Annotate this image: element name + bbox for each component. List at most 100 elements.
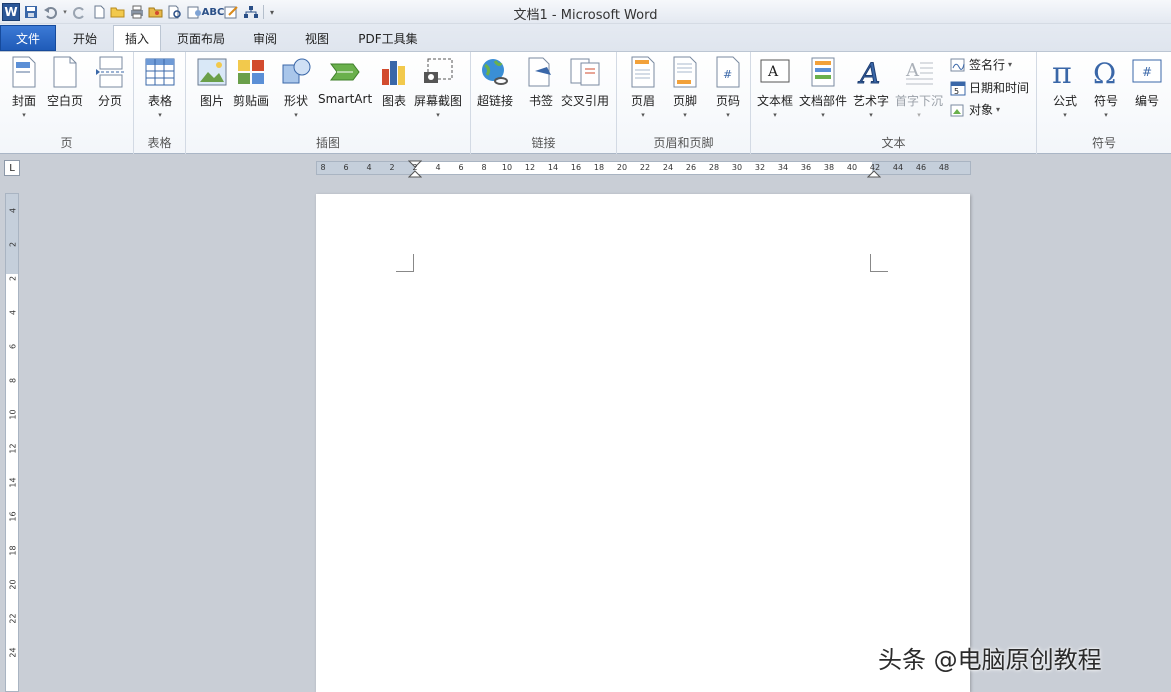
group-label-symbols: 符号: [1091, 136, 1116, 150]
dropdown-arrow-icon: ▾: [773, 111, 777, 119]
ruler-tick-label: 4: [8, 207, 18, 214]
page-number-button[interactable]: # 页码 ▾: [712, 56, 744, 119]
tab-view[interactable]: 视图: [296, 26, 338, 51]
document-page[interactable]: [316, 194, 970, 692]
table-button[interactable]: 表格 ▾: [144, 56, 176, 119]
cover-page-button[interactable]: 封面 ▾: [8, 56, 40, 119]
ruler-tick-label: 14: [547, 163, 559, 172]
tab-file[interactable]: 文件: [0, 25, 56, 51]
chevron-down-icon: ▾: [1008, 60, 1013, 69]
chevron-down-icon: ▾: [996, 105, 1001, 114]
pi-icon: π: [1049, 56, 1081, 88]
blank-page-button[interactable]: 空白页: [47, 56, 83, 109]
shapes-button[interactable]: 形状 ▾: [280, 56, 312, 119]
svg-text:5: 5: [954, 87, 959, 96]
quick-parts-button[interactable]: 文档部件 ▾: [799, 56, 847, 119]
clipart-button[interactable]: 剪贴画: [233, 56, 269, 109]
shapes-icon: [280, 56, 312, 88]
print-preview-icon[interactable]: [167, 4, 183, 20]
ribbon: 封面 ▾ 空白页 分页 页 表格 ▾ 表格 图片 剪贴画 形状 ▾ SmartA…: [0, 51, 1171, 154]
symbol-button[interactable]: Ω 符号 ▾: [1090, 56, 1122, 119]
horizontal-ruler[interactable]: 8 6 4 2 2 4 6 8 10 12 14 16 18 20 22 24 26 28 30 32 34 36 38 40…: [316, 160, 971, 178]
group-label-links: 链接: [531, 136, 556, 150]
omega-icon: Ω: [1090, 56, 1122, 88]
ruler-tick-label: 12: [524, 163, 536, 172]
footer-icon: [669, 56, 701, 88]
tab-review[interactable]: 审阅: [244, 26, 286, 51]
ruler-tick-label: 16: [570, 163, 582, 172]
ruler-tick-label: 8: [8, 377, 18, 384]
quick-parts-icon: [807, 56, 839, 88]
word-logo-icon[interactable]: W: [2, 3, 20, 21]
tab-pdf-tools[interactable]: PDF工具集: [348, 26, 428, 51]
undo-icon[interactable]: [42, 4, 58, 20]
footer-button[interactable]: 页脚 ▾: [669, 56, 701, 119]
track-changes-icon[interactable]: [224, 4, 240, 20]
screenshot-button[interactable]: 屏幕截图 ▾: [414, 56, 462, 119]
picture-button[interactable]: 图片: [196, 56, 228, 109]
new-document-icon[interactable]: [91, 4, 107, 20]
ruler-tick-label: 8: [320, 163, 326, 172]
ruler-tick-label: 22: [8, 613, 18, 624]
ruler-tick-label: 20: [8, 579, 18, 590]
print-icon[interactable]: [129, 4, 145, 20]
cross-reference-button[interactable]: 交叉引用: [561, 56, 609, 109]
group-links: 超链接 书签 交叉引用 链接: [471, 52, 617, 154]
group-label-pages: 页: [60, 136, 73, 150]
bookmark-button[interactable]: 书签: [525, 56, 557, 109]
watermark-text: 头条 @电脑原创教程: [878, 646, 1102, 674]
signature-line-button[interactable]: 签名行 ▾: [950, 56, 1012, 73]
drop-cap-icon: A: [903, 56, 935, 88]
equation-button[interactable]: π 公式 ▾: [1049, 56, 1081, 119]
group-pages: 封面 ▾ 空白页 分页 页: [0, 52, 134, 154]
date-time-button[interactable]: 5 日期和时间: [950, 79, 1029, 96]
ruler-tick-label: 2: [8, 241, 18, 248]
group-illustrations: 图片 剪贴画 形状 ▾ SmartArt 图表 屏幕截图 ▾ 插图: [186, 52, 471, 154]
ruler-tick-label: 48: [938, 163, 950, 172]
dropdown-arrow-icon: ▾: [869, 111, 873, 119]
open-folder-icon[interactable]: [110, 4, 126, 20]
cross-reference-icon: [569, 56, 601, 88]
hyperlink-icon: [479, 56, 511, 88]
wordart-button[interactable]: A 艺术字 ▾: [853, 56, 889, 119]
dropdown-arrow-icon: ▾: [294, 111, 298, 119]
group-text: A 文本框 ▾ 文档部件 ▾ A 艺术字 ▾ A 首字下沉 ▾ 签名行 ▾ 5 …: [751, 52, 1037, 154]
customize-toolbar-icon[interactable]: ▾: [268, 4, 276, 20]
picture-icon: [196, 56, 228, 88]
ruler-tick-label: 4: [8, 309, 18, 316]
chevron-down-icon[interactable]: ▾: [61, 4, 69, 20]
page-break-icon: [94, 56, 126, 88]
signature-icon: [950, 57, 966, 73]
smartart-button[interactable]: SmartArt: [318, 56, 372, 106]
ruler-tick-label: 44: [892, 163, 904, 172]
save-icon[interactable]: [23, 4, 39, 20]
numbering-button[interactable]: # 编号: [1131, 56, 1163, 109]
ruler-tick-label: 40: [846, 163, 858, 172]
group-label-illustrations: 插图: [315, 136, 340, 150]
drop-cap-button[interactable]: A 首字下沉 ▾: [895, 56, 943, 119]
blank-page-icon: [49, 56, 81, 88]
page-break-button[interactable]: 分页: [94, 56, 126, 109]
clipart-icon: [235, 56, 267, 88]
spelling-check-icon[interactable]: ABC: [202, 4, 225, 20]
ruler-tick-label: 2: [8, 275, 18, 282]
redo-icon[interactable]: [72, 4, 88, 20]
group-label-table: 表格: [147, 136, 172, 150]
ruler-tick-label: 14: [8, 477, 18, 488]
tab-home[interactable]: 开始: [62, 26, 108, 51]
document-properties-icon[interactable]: [186, 4, 202, 20]
object-button[interactable]: 对象 ▾: [950, 101, 1000, 118]
header-button[interactable]: 页眉 ▾: [627, 56, 659, 119]
folder-star-icon[interactable]: [148, 4, 164, 20]
ruler-tick-label: 24: [8, 647, 18, 658]
text-box-button[interactable]: A 文本框 ▾: [757, 56, 793, 119]
tab-insert[interactable]: 插入: [113, 25, 161, 51]
vertical-ruler[interactable]: 4 2 2 4 6 8 10 12 14 16 18 20 22 24: [5, 193, 19, 692]
dropdown-arrow-icon: ▾: [22, 111, 26, 119]
org-chart-icon[interactable]: [243, 4, 259, 20]
hyperlink-button[interactable]: 超链接: [477, 56, 513, 109]
ruler-tick-label: 32: [754, 163, 766, 172]
tab-page-layout[interactable]: 页面布局: [168, 26, 234, 51]
tab-selector[interactable]: L: [4, 160, 20, 176]
chart-button[interactable]: 图表: [378, 56, 410, 109]
